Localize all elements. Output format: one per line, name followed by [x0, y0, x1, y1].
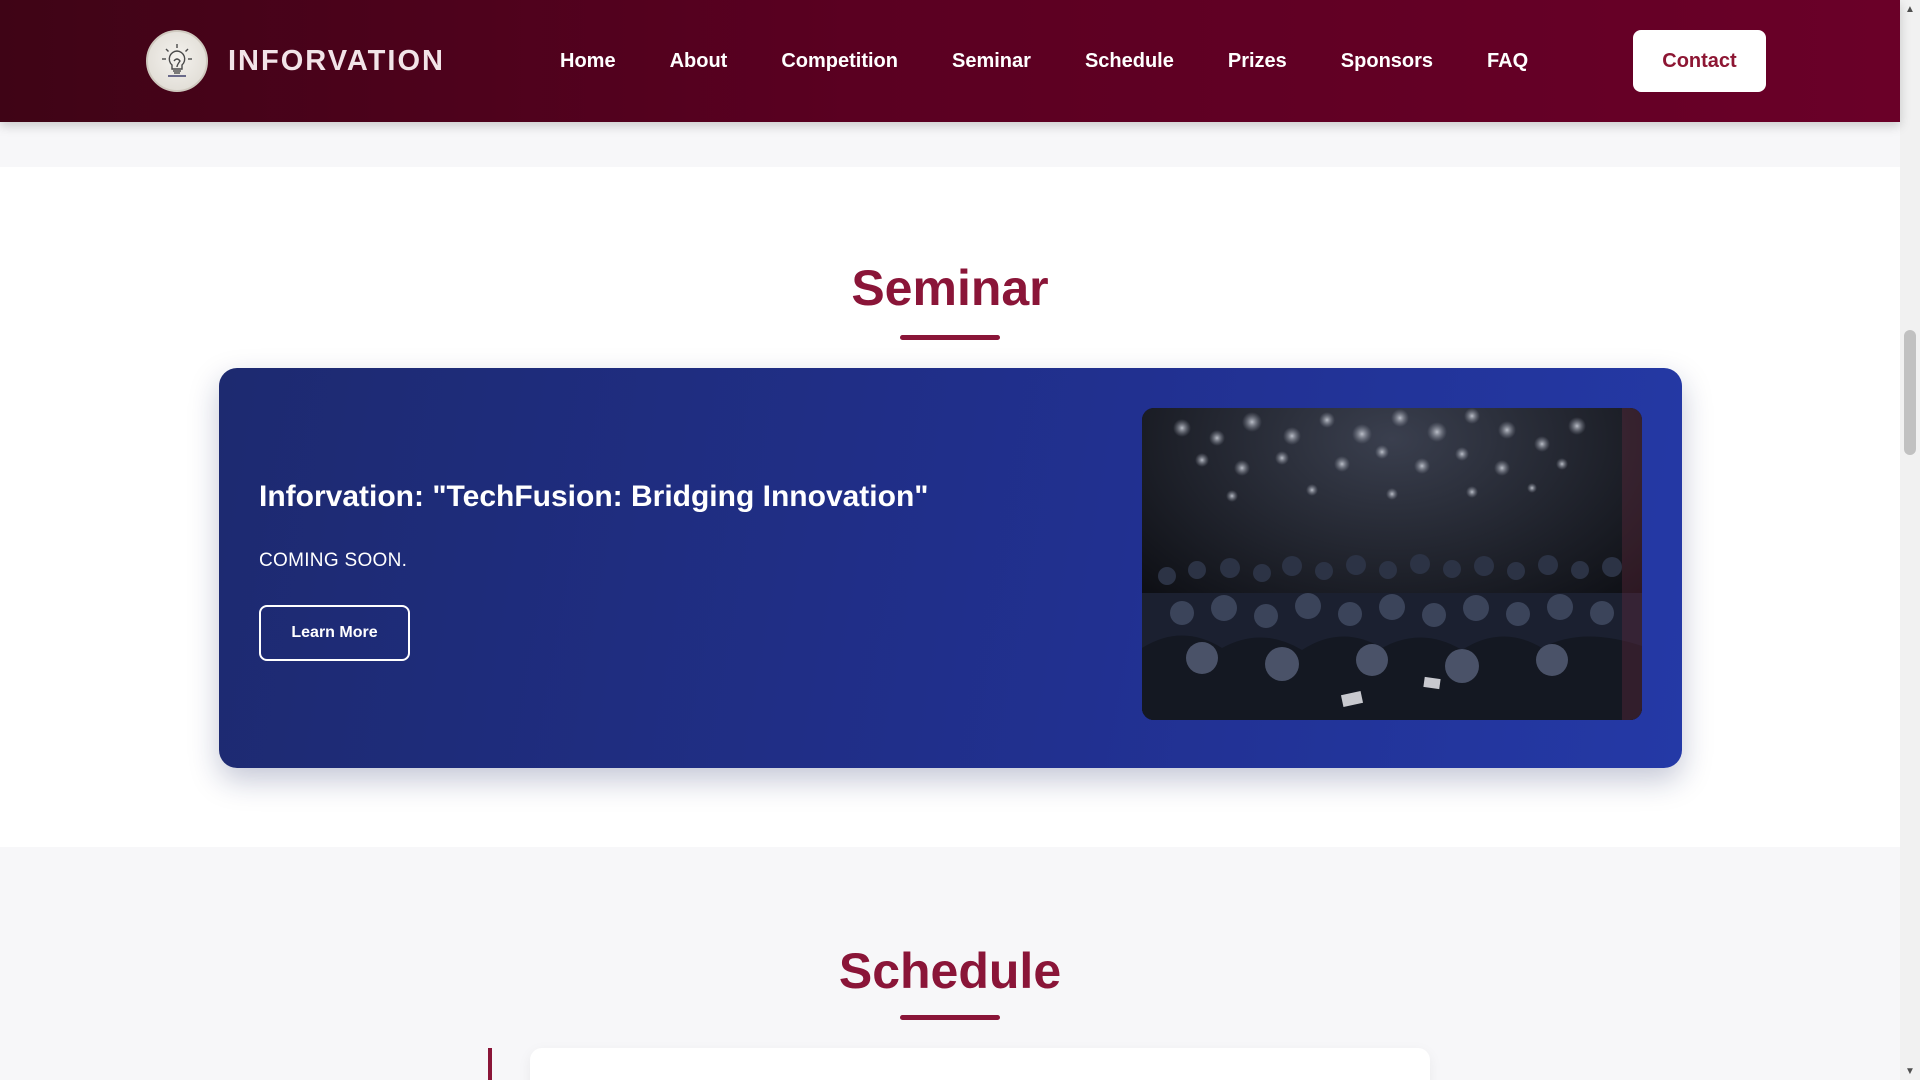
seminar-card-text: COMING SOON.	[259, 550, 408, 571]
schedule-title: Schedule	[838, 943, 1062, 999]
seminar-card-heading: Inforvation: "TechFusion: Bridging Innov…	[259, 480, 929, 513]
navbar: INFORVATION Home About Competition Semin…	[0, 0, 1900, 122]
nav-link-about[interactable]: About	[670, 50, 728, 73]
nav-link-prizes[interactable]: Prizes	[1228, 50, 1287, 73]
nav-link-seminar[interactable]: Seminar	[952, 50, 1031, 73]
brand[interactable]: INFORVATION	[146, 30, 445, 92]
schedule-title-underline	[900, 1015, 1000, 1020]
nav-links: Home About Competition Seminar Schedule …	[560, 0, 1582, 122]
brand-name: INFORVATION	[228, 44, 445, 77]
scroll-down-arrow-icon[interactable]: ▼	[1900, 1062, 1920, 1080]
seminar-title: Seminar	[851, 260, 1049, 316]
scrollbar[interactable]: ▲ ▼	[1900, 0, 1920, 1080]
nav-link-home[interactable]: Home	[560, 50, 616, 73]
scroll-up-arrow-icon[interactable]: ▲	[1900, 0, 1920, 18]
schedule-card	[530, 1048, 1430, 1080]
seminar-card: Inforvation: "TechFusion: Bridging Innov…	[219, 368, 1682, 768]
contact-button[interactable]: Contact	[1633, 30, 1766, 92]
learn-more-button[interactable]: Learn More	[259, 605, 410, 661]
seminar-title-underline	[900, 335, 1000, 340]
seminar-audience-photo	[1142, 408, 1642, 720]
lightbulb-logo-icon	[146, 30, 208, 92]
nav-link-competition[interactable]: Competition	[781, 50, 898, 73]
timeline-line	[488, 1048, 492, 1080]
nav-link-faq[interactable]: FAQ	[1487, 50, 1528, 73]
scroll-thumb[interactable]	[1904, 330, 1916, 455]
nav-link-schedule[interactable]: Schedule	[1085, 50, 1174, 73]
schedule-section: Schedule	[0, 847, 1900, 1080]
nav-link-sponsors[interactable]: Sponsors	[1341, 50, 1433, 73]
seminar-section: Seminar Inforvation: "TechFusion: Bridgi…	[0, 167, 1900, 847]
